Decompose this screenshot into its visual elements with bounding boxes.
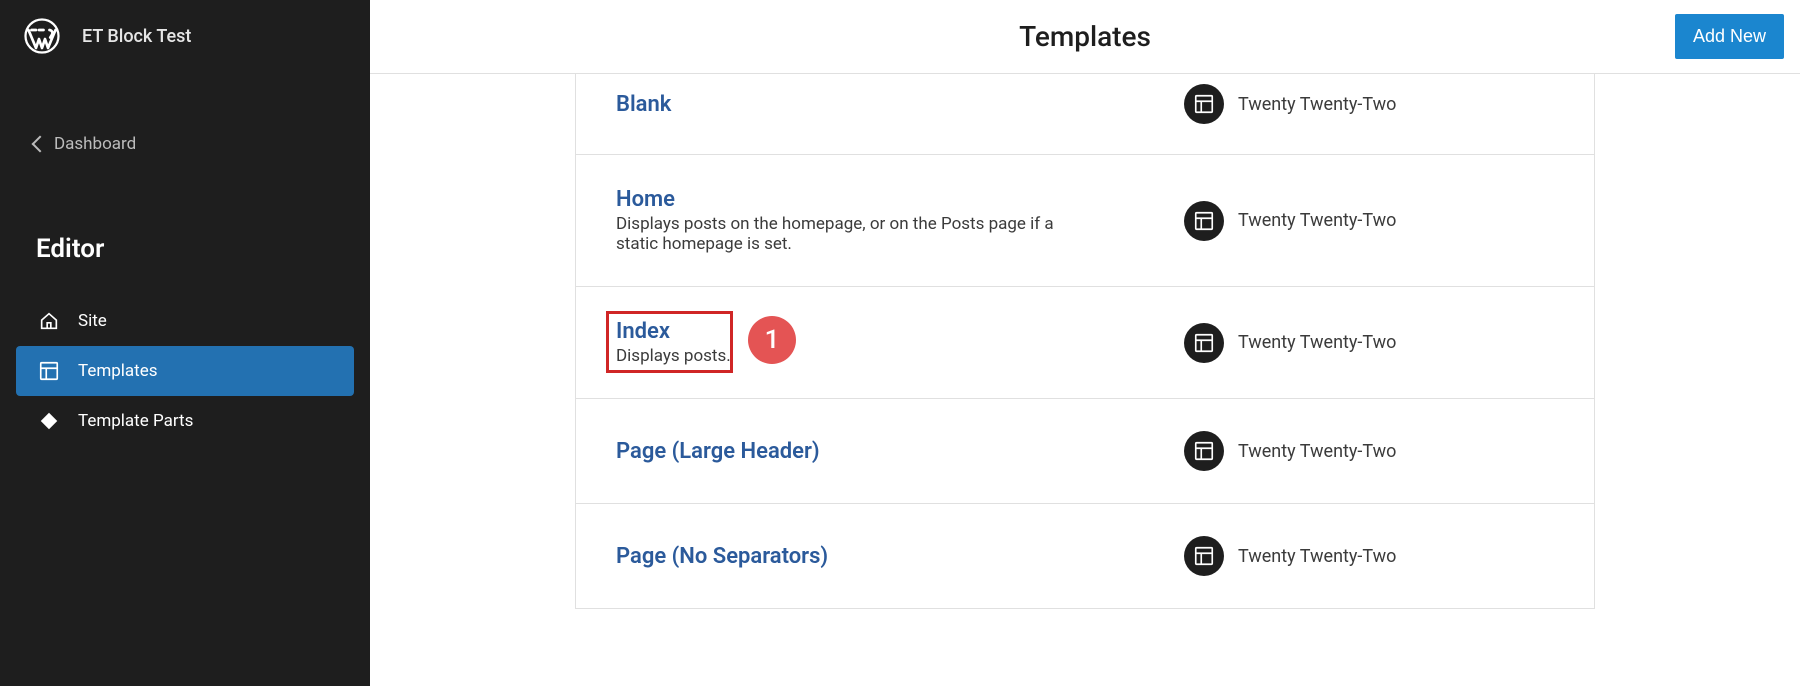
- home-icon: [38, 310, 60, 332]
- template-title-link[interactable]: Page (No Separators): [616, 544, 1184, 569]
- page-title: Templates: [1019, 20, 1151, 53]
- template-meta: Twenty Twenty-Two: [1184, 201, 1554, 241]
- template-meta: Twenty Twenty-Two: [1184, 431, 1554, 471]
- template-title-link[interactable]: Page (Large Header): [616, 439, 1184, 464]
- template-info: Page (No Separators): [616, 544, 1184, 569]
- theme-icon: [1184, 536, 1224, 576]
- nav-item-site[interactable]: Site: [16, 296, 354, 346]
- dashboard-link-label: Dashboard: [54, 134, 136, 154]
- nav-item-label: Templates: [78, 361, 158, 381]
- wordpress-logo-icon[interactable]: [24, 18, 60, 54]
- template-title-link[interactable]: Home: [616, 187, 1184, 212]
- template-meta: Twenty Twenty-Two: [1184, 536, 1554, 576]
- dashboard-back-link[interactable]: Dashboard: [0, 122, 370, 166]
- template-row: Page (Large Header) Twenty Twenty-Two: [576, 399, 1594, 504]
- theme-name: Twenty Twenty-Two: [1238, 94, 1396, 115]
- template-info: Page (Large Header): [616, 439, 1184, 464]
- add-new-button[interactable]: Add New: [1675, 14, 1784, 59]
- site-title[interactable]: ET Block Test: [82, 26, 191, 47]
- nav-item-templates[interactable]: Templates: [16, 346, 354, 396]
- nav-item-label: Template Parts: [78, 411, 193, 431]
- theme-name: Twenty Twenty-Two: [1238, 441, 1396, 462]
- main-header: Templates Add New: [370, 0, 1800, 74]
- template-info: Home Displays posts on the homepage, or …: [616, 187, 1184, 254]
- nav-item-template-parts[interactable]: Template Parts: [16, 396, 354, 446]
- template-row: Page (No Separators) Twenty Twenty-Two: [576, 504, 1594, 609]
- symbol-icon: [38, 410, 60, 432]
- theme-name: Twenty Twenty-Two: [1238, 546, 1396, 567]
- layout-icon: [38, 360, 60, 382]
- main: Templates Add New Blank Twent: [370, 0, 1800, 686]
- template-row: Home Displays posts on the homepage, or …: [576, 155, 1594, 287]
- template-info: Blank: [616, 92, 1184, 117]
- template-description: Displays posts.: [616, 346, 1076, 366]
- theme-icon: [1184, 323, 1224, 363]
- template-title-link[interactable]: Index: [616, 319, 1184, 344]
- sidebar-nav: Site Templates Template Parts: [0, 296, 370, 446]
- theme-icon: [1184, 431, 1224, 471]
- theme-icon: [1184, 84, 1224, 124]
- chevron-left-icon: [32, 136, 49, 153]
- sidebar-header: ET Block Test: [0, 0, 370, 72]
- templates-list: Blank Twenty Twenty-Two Home: [575, 74, 1595, 609]
- template-meta: Twenty Twenty-Two: [1184, 84, 1554, 124]
- editor-heading: Editor: [0, 226, 370, 272]
- sidebar: ET Block Test Dashboard Editor Site: [0, 0, 370, 686]
- theme-name: Twenty Twenty-Two: [1238, 210, 1396, 231]
- template-title-link[interactable]: Blank: [616, 92, 1184, 117]
- theme-icon: [1184, 201, 1224, 241]
- template-description: Displays posts on the homepage, or on th…: [616, 214, 1076, 254]
- theme-name: Twenty Twenty-Two: [1238, 332, 1396, 353]
- templates-body: Blank Twenty Twenty-Two Home: [370, 74, 1800, 686]
- nav-item-label: Site: [78, 311, 107, 331]
- template-row: Blank Twenty Twenty-Two: [576, 74, 1594, 155]
- template-info: Index Displays posts. 1: [616, 319, 1184, 366]
- template-meta: Twenty Twenty-Two: [1184, 323, 1554, 363]
- template-row: Index Displays posts. 1 Twenty Twenty-Tw…: [576, 287, 1594, 399]
